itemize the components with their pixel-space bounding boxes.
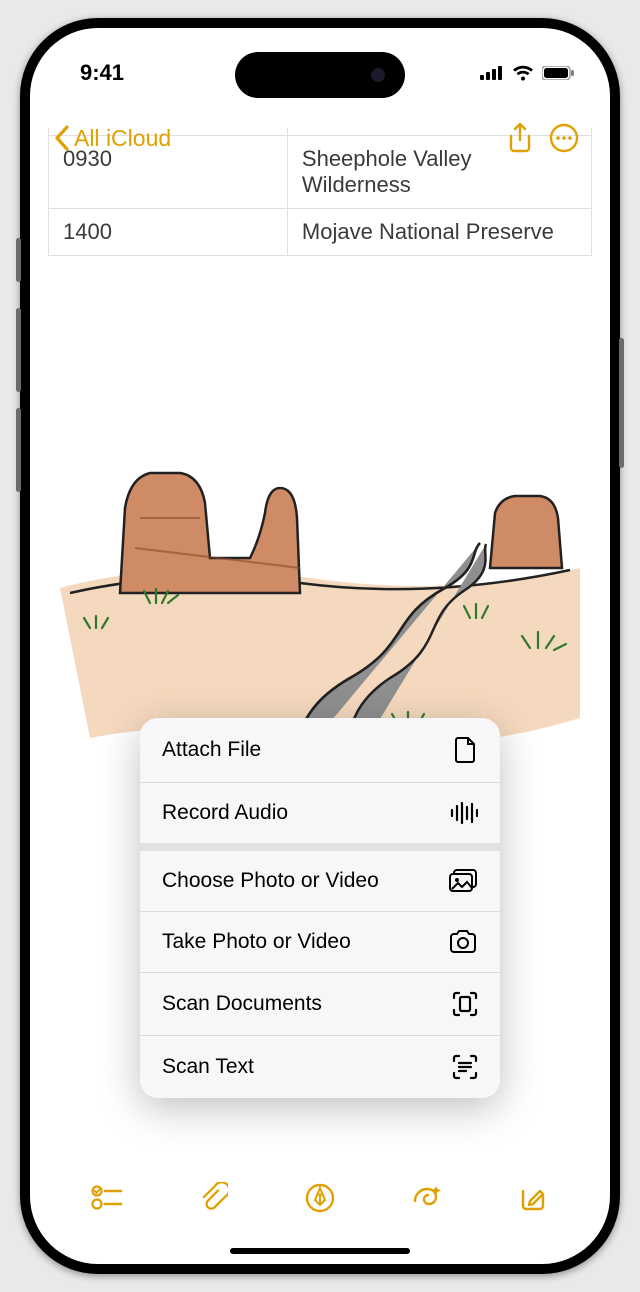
menu-item-attach-file[interactable]: Attach File [140,718,500,782]
share-icon [507,122,533,154]
camera-icon [448,930,478,954]
wifi-icon [512,65,534,81]
menu-item-record-audio[interactable]: Record Audio [140,783,500,843]
attachment-button[interactable] [190,1174,238,1222]
dynamic-island [235,52,405,98]
chevron-left-icon [54,125,70,151]
checklist-button[interactable] [83,1174,131,1222]
nav-bar: All iCloud [30,108,610,168]
menu-item-scan-text[interactable]: Scan Text [140,1036,500,1098]
menu-item-label: Scan Documents [162,992,322,1016]
checklist-icon [91,1185,123,1211]
menu-item-label: Record Audio [162,801,288,825]
menu-item-scan-documents[interactable]: Scan Documents [140,973,500,1035]
back-label: All iCloud [74,125,171,152]
battery-icon [542,66,574,80]
photos-icon [448,869,478,893]
table-row: 1400 Mojave National Preserve [49,209,592,256]
menu-item-label: Attach File [162,738,261,762]
cellular-icon [480,66,504,80]
share-button[interactable] [498,116,542,160]
doc-scan-icon [452,991,478,1017]
attachment-menu: Attach File Record Audio Choose Photo or… [140,718,500,1098]
back-button[interactable]: All iCloud [54,125,171,152]
more-button[interactable] [542,116,586,160]
menu-item-choose-photo[interactable]: Choose Photo or Video [140,851,500,911]
phone-frame: 9:41 All iCloud 0 [20,18,620,1274]
ellipsis-circle-icon [549,123,579,153]
waveform-icon [450,802,478,824]
pen-tip-icon [305,1183,335,1213]
text-scan-icon [452,1054,478,1080]
paperclip-icon [200,1182,228,1214]
markup-button[interactable] [296,1174,344,1222]
menu-item-take-photo[interactable]: Take Photo or Video [140,912,500,972]
home-indicator[interactable] [230,1248,410,1254]
file-icon [454,736,478,764]
compose-button[interactable] [509,1174,557,1222]
ai-button[interactable] [402,1174,450,1222]
bottom-toolbar [30,1166,610,1230]
menu-item-label: Take Photo or Video [162,930,351,954]
sparkle-swirl-icon [409,1183,443,1213]
status-time: 9:41 [80,60,124,86]
compose-icon [518,1183,548,1213]
menu-item-label: Scan Text [162,1055,254,1079]
menu-item-label: Choose Photo or Video [162,869,379,893]
